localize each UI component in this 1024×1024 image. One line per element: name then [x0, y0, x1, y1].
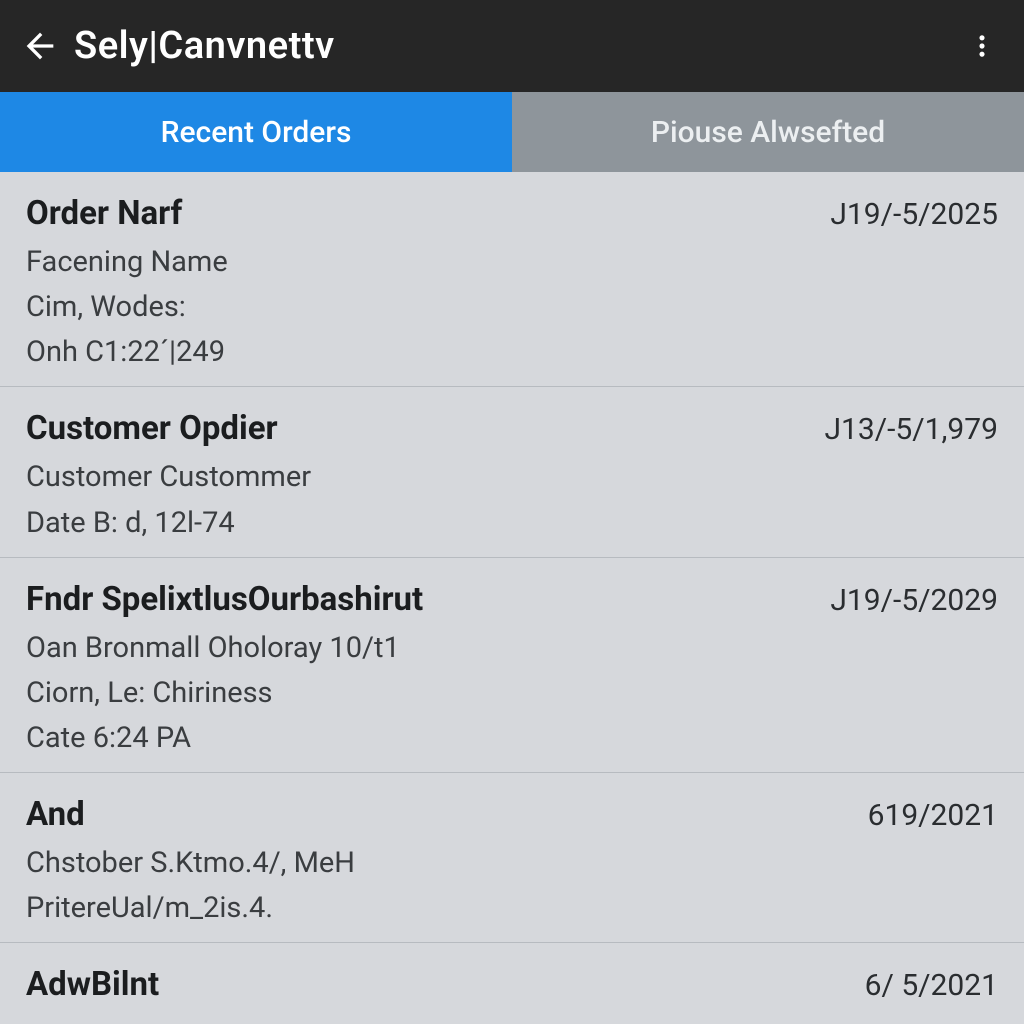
- order-detail-line: Chstober S.Ktmo.4/, MeH: [26, 844, 998, 883]
- tab-recent-orders[interactable]: Recent Orders: [0, 92, 512, 172]
- back-button[interactable]: [12, 18, 68, 74]
- order-detail-line: Oan Bronmall Oholoray 10/t1: [26, 629, 998, 668]
- order-title: Order Narf: [26, 194, 182, 233]
- order-detail-line: PritereUal/m_2is.4.: [26, 889, 998, 928]
- overflow-menu-button[interactable]: [958, 18, 1006, 74]
- more-vert-icon: [968, 26, 996, 66]
- order-detail-line: Ciorn, Le: Chiriness: [26, 674, 998, 713]
- tab-other[interactable]: Piouse Alwsefted: [512, 92, 1024, 172]
- app-bar: Sely|Canvnettv: [0, 0, 1024, 92]
- order-title: And: [26, 795, 85, 834]
- order-detail-line: Onh C1:22´|249: [26, 333, 998, 372]
- order-detail-line: Cate 6:24 PA: [26, 719, 998, 758]
- app-title: Sely|Canvnettv: [74, 24, 335, 68]
- order-detail-line: Customer Custommer: [26, 458, 998, 497]
- screen: Sely|Canvnettv Recent Orders Piouse Alws…: [0, 0, 1024, 1024]
- orders-list: Order Narf J19/-5/2025 Facening Name Cim…: [0, 172, 1024, 1024]
- order-date: J19/-5/2025: [830, 197, 998, 232]
- list-item[interactable]: Customer Opdier J13/-5/1,979 Customer Cu…: [0, 387, 1024, 557]
- arrow-left-icon: [20, 26, 60, 66]
- tab-bar: Recent Orders Piouse Alwsefted: [0, 92, 1024, 172]
- order-date: J13/-5/1,979: [824, 412, 998, 447]
- list-item[interactable]: Fndr SpelixtlusOurbashirut J19/-5/2029 O…: [0, 558, 1024, 773]
- order-title: AdwBilnt: [26, 965, 159, 1004]
- order-date: 6/ 5/2021: [865, 968, 998, 1003]
- list-item[interactable]: AdwBilnt 6/ 5/2021: [0, 943, 1024, 1018]
- order-detail-line: Facening Name: [26, 243, 998, 282]
- order-date: J19/-5/2029: [830, 583, 998, 618]
- order-detail-line: Cim, Wodes:: [26, 288, 998, 327]
- order-detail-line: Date B: d, 12l-74: [26, 504, 998, 543]
- order-title: Fndr SpelixtlusOurbashirut: [26, 580, 423, 619]
- order-title: Customer Opdier: [26, 409, 278, 448]
- order-date: 619/2021: [868, 798, 998, 833]
- list-item[interactable]: Order Narf J19/-5/2025 Facening Name Cim…: [0, 172, 1024, 387]
- list-item[interactable]: And 619/2021 Chstober S.Ktmo.4/, MeH Pri…: [0, 773, 1024, 943]
